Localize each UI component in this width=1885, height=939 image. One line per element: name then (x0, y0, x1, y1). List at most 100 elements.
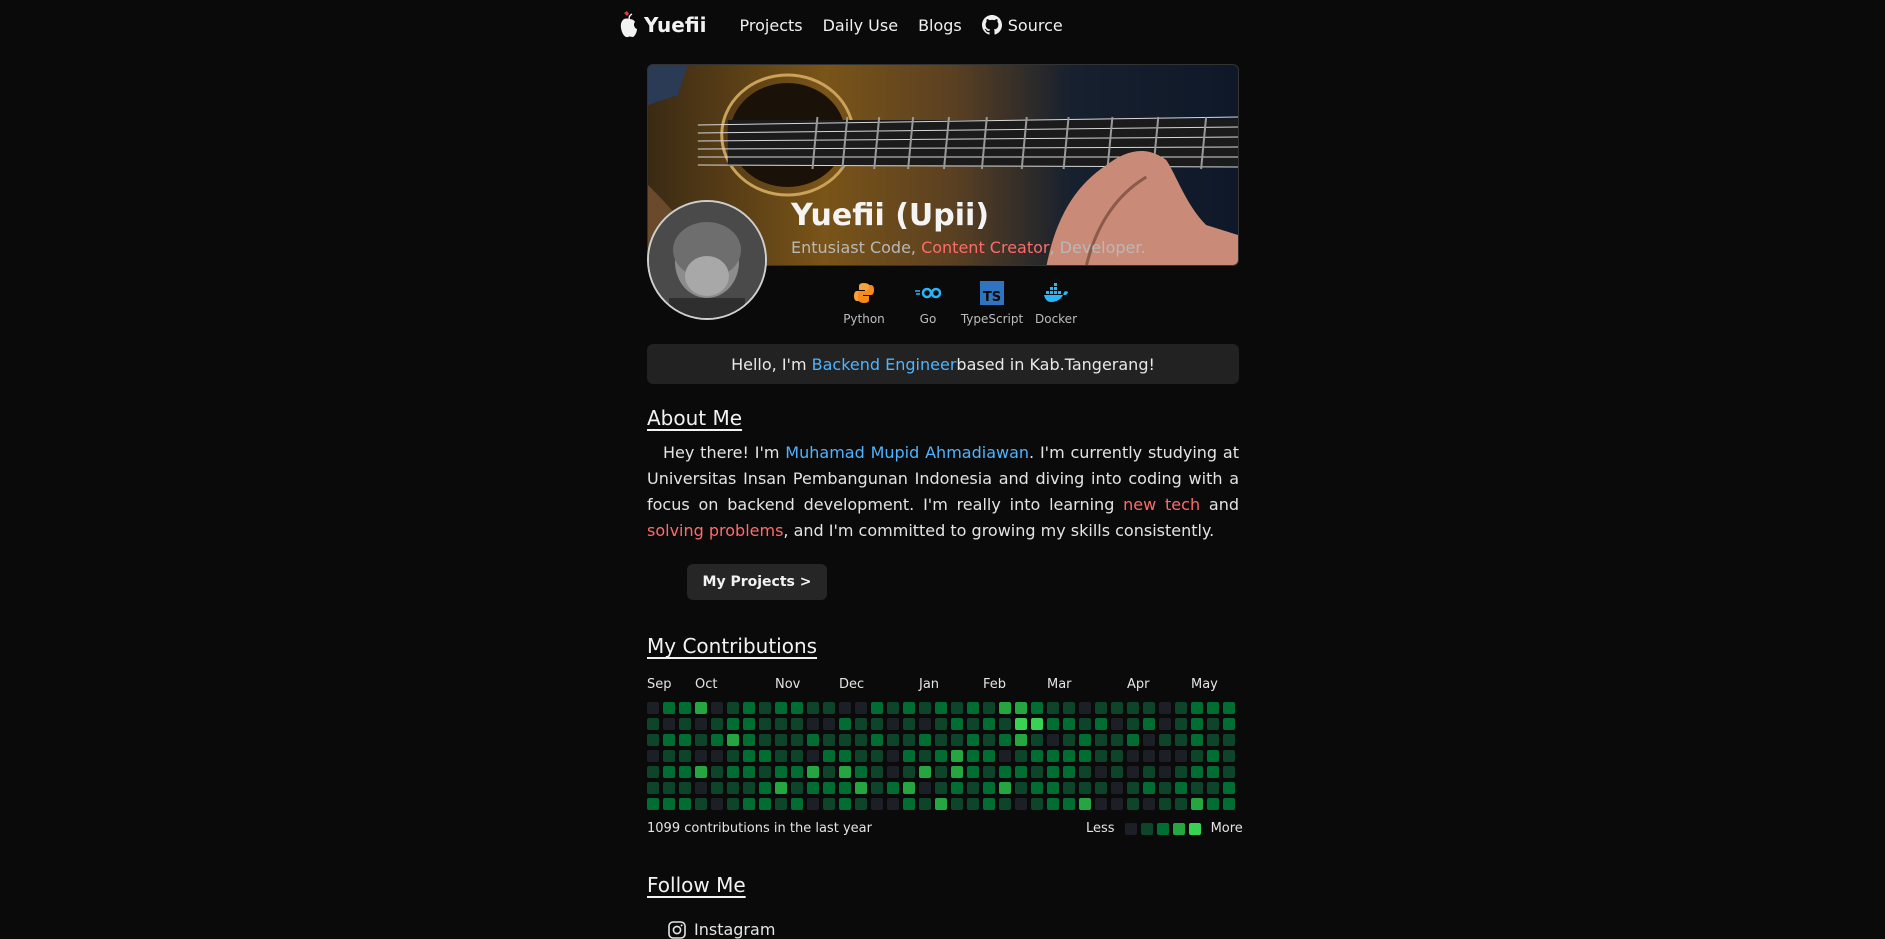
contribution-grid (647, 702, 1235, 810)
contribution-day (951, 766, 963, 778)
follow-title: Follow Me (647, 873, 746, 897)
contribution-day (759, 718, 771, 730)
contribution-day (1079, 718, 1091, 730)
contribution-day (695, 718, 707, 730)
contribution-day (951, 782, 963, 794)
contribution-day (775, 718, 787, 730)
svg-text:TS: TS (983, 290, 1001, 305)
contribution-day (775, 782, 787, 794)
contribution-day (647, 718, 659, 730)
contribution-day (1159, 766, 1171, 778)
contribution-day (775, 750, 787, 762)
contribution-day (1223, 798, 1235, 810)
contribution-day (839, 766, 851, 778)
contribution-day (695, 798, 707, 810)
contribution-day (967, 766, 979, 778)
intro-text: based in Kab.Tangerang! (956, 354, 1155, 374)
legend-swatch (1156, 822, 1169, 835)
contribution-day (855, 782, 867, 794)
contribution-day (983, 782, 995, 794)
contribution-day (1127, 750, 1139, 762)
my-projects-button[interactable]: My Projects > (687, 564, 827, 600)
skill-docker: Docker (1024, 280, 1088, 326)
contribution-day (727, 734, 739, 746)
contribution-day (1015, 782, 1027, 794)
contribution-day (807, 766, 819, 778)
contribution-day (775, 702, 787, 714)
tagline-highlight: Content Creator (921, 238, 1050, 257)
skill-label: Python (843, 312, 885, 326)
skill-label: TypeScript (960, 312, 1024, 326)
nav-link-blogs[interactable]: Blogs (918, 16, 962, 35)
contribution-day (1095, 750, 1107, 762)
nav-link-projects[interactable]: Projects (740, 16, 803, 35)
contribution-day (983, 702, 995, 714)
contribution-day (1031, 734, 1043, 746)
month-label: Dec (839, 677, 865, 692)
contribution-day (1111, 766, 1123, 778)
contribution-day (839, 734, 851, 746)
legend-more-label: More (1210, 821, 1243, 836)
contribution-day (679, 782, 691, 794)
contribution-day (663, 766, 675, 778)
contribution-day (935, 798, 947, 810)
contribution-day (903, 766, 915, 778)
contribution-months: Sep Oct Nov Dec Jan Feb Mar Apr May (647, 677, 1239, 693)
contribution-day (887, 718, 899, 730)
about-paragraph: Hey there! I'm Muhamad Mupid Ahmadiawan.… (647, 440, 1239, 544)
contribution-day (1015, 798, 1027, 810)
contribution-day (1031, 766, 1043, 778)
contribution-day (1143, 718, 1155, 730)
contribution-day (695, 750, 707, 762)
contribution-day (759, 750, 771, 762)
contribution-day (807, 798, 819, 810)
contribution-day (1111, 734, 1123, 746)
contribution-day (903, 750, 915, 762)
contribution-day (839, 702, 851, 714)
contribution-day (919, 734, 931, 746)
contribution-day (1191, 782, 1203, 794)
contribution-day (855, 734, 867, 746)
contribution-day (759, 782, 771, 794)
contribution-day (663, 798, 675, 810)
contribution-day (919, 766, 931, 778)
contribution-day (1207, 798, 1219, 810)
contribution-day (983, 718, 995, 730)
contribution-day (791, 782, 803, 794)
contribution-day (887, 798, 899, 810)
about-text: Hey there! I'm (663, 443, 786, 462)
contribution-day (1079, 734, 1091, 746)
contribution-day (951, 750, 963, 762)
contribution-day (855, 702, 867, 714)
contribution-day (1015, 734, 1027, 746)
contribution-day (1063, 702, 1075, 714)
follow-link-instagram[interactable]: Instagram (668, 920, 775, 939)
contribution-day (1159, 750, 1171, 762)
month-label: Nov (775, 677, 801, 692)
contribution-day (679, 750, 691, 762)
contribution-day (935, 718, 947, 730)
nav-link-daily-use[interactable]: Daily Use (823, 16, 898, 35)
source-label: Source (1007, 15, 1063, 35)
contribution-day (983, 734, 995, 746)
contribution-day (1063, 798, 1075, 810)
contribution-day (1191, 750, 1203, 762)
nav-link-source[interactable]: Source (981, 15, 1063, 35)
contribution-day (647, 750, 659, 762)
contribution-day (1223, 782, 1235, 794)
contribution-day (1063, 718, 1075, 730)
brand-link[interactable]: Yuefii (618, 10, 707, 40)
contribution-day (711, 766, 723, 778)
contribution-day (1159, 734, 1171, 746)
contribution-day (663, 702, 675, 714)
contribution-day (823, 734, 835, 746)
contribution-day (887, 734, 899, 746)
contribution-day (935, 702, 947, 714)
skill-label: Docker (1034, 312, 1078, 326)
skill-python: Python (832, 280, 896, 326)
contribution-day (951, 798, 963, 810)
contribution-day (807, 718, 819, 730)
contribution-day (1095, 766, 1107, 778)
about-title: About Me (647, 406, 743, 430)
contribution-day (807, 782, 819, 794)
